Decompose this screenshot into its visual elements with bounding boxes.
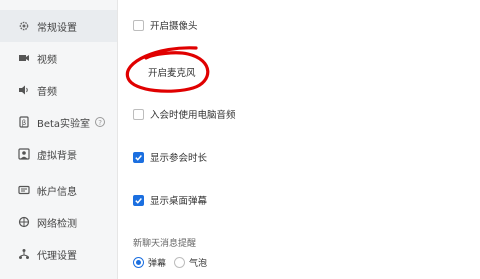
settings-panel: 开启摄像头 开启麦克风 入会时使用电脑音频 显示参会时长 显示桌面弹幕 新聊天消… (118, 0, 480, 279)
show-duration-checkbox[interactable] (133, 151, 144, 163)
sidebar-item-label: 视频 (37, 54, 57, 66)
gear-icon (18, 20, 30, 32)
help-icon[interactable]: ? (95, 117, 106, 127)
sidebar-item-audio[interactable]: 音频 (0, 74, 117, 106)
sidebar-item-label: 音频 (37, 86, 57, 98)
chat-notice-options: 弹幕 气泡 (133, 256, 207, 269)
sidebar-item-label: 常规设置 (37, 22, 77, 34)
svg-text:β: β (22, 119, 26, 127)
computer-audio-checkbox[interactable] (133, 108, 144, 120)
barrage-radio[interactable] (133, 257, 144, 268)
video-camera-icon (18, 52, 30, 64)
barrage-radio-label[interactable]: 弹幕 (148, 256, 166, 269)
sidebar-item-beta-lab[interactable]: β Beta实验室 ? (0, 106, 117, 138)
chat-notice-title: 新聊天消息提醒 (133, 239, 197, 249)
camera-label: 开启摄像头 (150, 21, 198, 32)
network-icon (18, 216, 30, 228)
checkmark-icon (135, 154, 142, 161)
sidebar-item-label: 虚拟背景 (37, 150, 77, 162)
desktop-barrage-option[interactable]: 显示桌面弹幕 (133, 193, 207, 207)
sidebar-item-virtual-background[interactable]: 虚拟背景 (0, 138, 117, 170)
sidebar-item-proxy[interactable]: 代理设置 (0, 238, 117, 270)
sidebar-item-network-check[interactable]: 网络检测 (0, 206, 117, 238)
proxy-icon (18, 248, 30, 260)
computer-audio-option[interactable]: 入会时使用电脑音频 (133, 107, 236, 121)
account-card-icon (18, 184, 30, 196)
sidebar-item-label: 代理设置 (37, 250, 77, 262)
desktop-barrage-checkbox[interactable] (133, 194, 144, 206)
person-background-icon (18, 148, 30, 160)
show-duration-label: 显示参会时长 (150, 153, 208, 164)
checkmark-icon (135, 197, 142, 204)
sidebar-item-general[interactable]: 常规设置 (0, 10, 117, 42)
camera-checkbox[interactable] (133, 19, 144, 31)
settings-window: 常规设置 视频 音频 β Beta实验室 ? 虚拟背景 帐户信息 网络检测 代理… (0, 0, 480, 279)
bubble-radio-label[interactable]: 气泡 (189, 256, 207, 269)
camera-option[interactable]: 开启摄像头 (133, 18, 198, 32)
sidebar-item-label: Beta实验室 (37, 118, 91, 130)
sidebar-item-label: 网络检测 (37, 218, 77, 230)
show-duration-option[interactable]: 显示参会时长 (133, 150, 207, 164)
speaker-icon (18, 84, 30, 96)
bubble-radio[interactable] (174, 257, 186, 268)
sidebar-item-label: 帐户信息 (37, 186, 77, 198)
computer-audio-label: 入会时使用电脑音频 (150, 110, 236, 121)
sidebar: 常规设置 视频 音频 β Beta实验室 ? 虚拟背景 帐户信息 网络检测 代理… (0, 0, 118, 279)
sidebar-item-video[interactable]: 视频 (0, 42, 117, 74)
microphone-label[interactable]: 开启麦克风 (148, 65, 196, 79)
sidebar-item-account[interactable]: 帐户信息 (0, 174, 117, 206)
beta-flask-icon: β (18, 116, 30, 128)
desktop-barrage-label: 显示桌面弹幕 (150, 196, 208, 207)
